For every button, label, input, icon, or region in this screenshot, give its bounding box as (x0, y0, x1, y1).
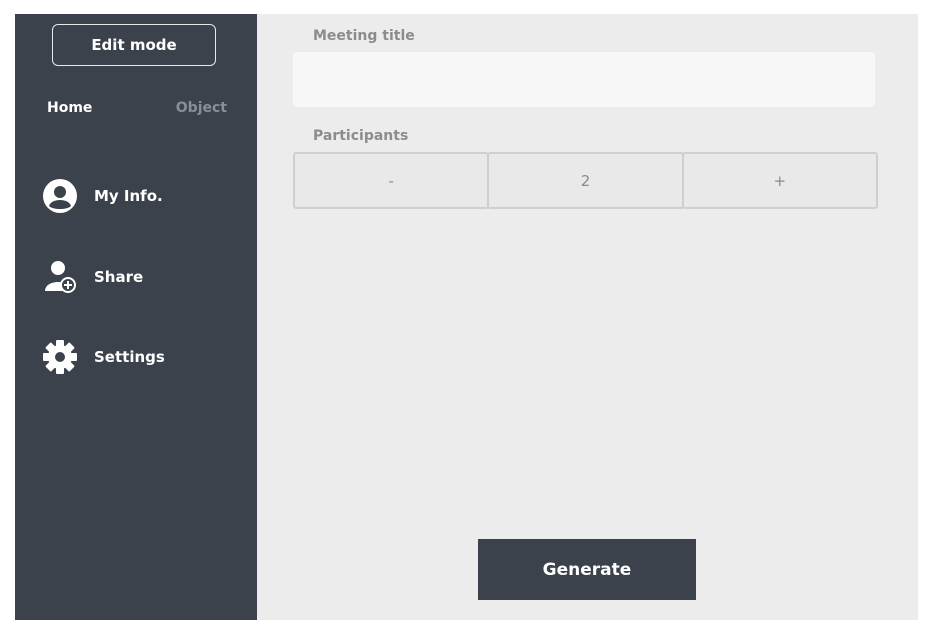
participants-label: Participants (313, 128, 409, 144)
tab-home[interactable]: Home (47, 100, 92, 116)
main-panel: Meeting title Participants - 2 + Generat… (257, 14, 918, 620)
sidebar-item-share[interactable]: Share (42, 259, 143, 295)
share-user-icon (42, 259, 80, 295)
participants-count: 2 (487, 152, 684, 209)
increment-button[interactable]: + (681, 152, 878, 209)
sidebar-item-my-info[interactable]: My Info. (42, 178, 163, 214)
decrement-button[interactable]: - (293, 152, 490, 209)
sidebar-item-label: My Info. (94, 187, 163, 205)
meeting-title-input[interactable] (293, 52, 875, 107)
generate-button[interactable]: Generate (478, 539, 696, 600)
edit-mode-button[interactable]: Edit mode (52, 24, 216, 66)
participants-stepper: - 2 + (293, 152, 878, 209)
tab-object[interactable]: Object (176, 100, 227, 116)
gear-icon (42, 339, 80, 375)
sidebar-item-label: Settings (94, 348, 165, 366)
sidebar-tabs: Home Object (47, 100, 227, 116)
meeting-title-label: Meeting title (313, 28, 415, 44)
sidebar: Edit mode Home Object My Info. Share Set… (15, 14, 257, 620)
sidebar-item-settings[interactable]: Settings (42, 339, 165, 375)
app-window: Edit mode Home Object My Info. Share Set… (15, 14, 918, 620)
user-circle-icon (42, 178, 80, 214)
sidebar-item-label: Share (94, 268, 144, 286)
